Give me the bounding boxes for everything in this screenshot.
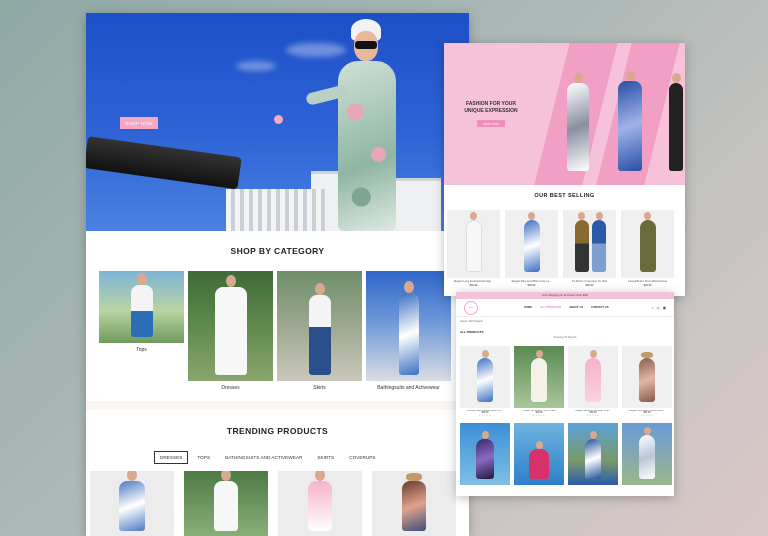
tab-skirts[interactable]: SKIRTS — [311, 451, 341, 464]
nav-menu: HOME ALL PRODUCTS ABOUT US CONTACT US — [524, 306, 609, 309]
banner-headline: FASHION FOR YOUR UNIQUE EXPRESSION — [458, 101, 524, 115]
product-name: Elegant Blue And White Knee Le... — [511, 280, 552, 283]
product-image — [568, 423, 618, 485]
product-card[interactable]: Elegant Belted Pink Design Strip... $59.… — [568, 346, 618, 417]
trending-tabs: DRESSES TOPS BATHINGSUITS AND ACTIVEWEAR… — [154, 451, 382, 464]
product-image — [622, 423, 672, 485]
product-card[interactable] — [568, 423, 618, 485]
results-count: Showing 18 Results — [553, 336, 577, 339]
tab-tops[interactable]: TOPS — [191, 451, 217, 464]
category-label: Skirts — [313, 385, 326, 391]
trending-product-card[interactable] — [278, 471, 362, 536]
product-price: $39.99 — [643, 284, 652, 287]
category-bathingsuits[interactable]: Bathingsuits and Activewear — [366, 271, 451, 391]
category-skirts[interactable]: Skirts — [277, 271, 362, 391]
product-card[interactable] — [460, 423, 510, 485]
product-card[interactable] — [514, 423, 564, 485]
product-name: Casual Button Down Belted Dress — [627, 280, 668, 283]
nav-icons: ⌕ ◎ ▣ — [652, 306, 666, 310]
hero-model — [305, 19, 418, 231]
best-selling-screenshot: FASHION FOR YOUR UNIQUE EXPRESSION SHOP … — [444, 43, 685, 296]
rating-stars: ★★★★★ — [478, 414, 492, 417]
headline-line: UNIQUE EXPRESSION — [464, 108, 518, 114]
homepage-screenshot: SHOP NOW SHOP BY CATEGORY Tops Dresses S… — [86, 13, 469, 536]
banner-shop-now-button[interactable]: SHOP NOW — [477, 120, 505, 127]
product-image — [460, 346, 510, 408]
tab-bathingsuits[interactable]: BATHINGSUITS AND ACTIVEWEAR — [219, 451, 309, 464]
all-products-screenshot: Free Shipping On all Orders Over $99! St… — [456, 292, 674, 496]
best-selling-card[interactable]: Elegant Blue And White Knee Le... $39.99 — [505, 210, 558, 287]
rating-stars: ★★★★★ — [586, 414, 600, 417]
category-image — [366, 271, 451, 381]
category-label: Dresses — [221, 385, 240, 391]
trending-product-card[interactable] — [372, 471, 456, 536]
category-tops[interactable]: Tops — [99, 271, 184, 391]
nav-about-us[interactable]: ABOUT US — [569, 306, 583, 309]
balustrade — [226, 189, 326, 231]
product-image — [447, 210, 500, 278]
product-card[interactable]: Flowed Tan Length Tie Fit Dress $49.99 ★… — [514, 346, 564, 417]
product-grid: Flowing Pattern Belted Button Do... $59.… — [460, 346, 672, 485]
category-image — [277, 271, 362, 381]
best-selling-card[interactable]: Casual Button Down Belted Dress $39.99 — [621, 210, 674, 287]
product-image — [505, 210, 558, 278]
category-label: Tops — [136, 347, 147, 353]
user-icon[interactable]: ◎ — [657, 306, 660, 310]
hero-banner: SHOP NOW — [86, 13, 469, 231]
headline-line: FASHION FOR YOUR — [466, 101, 516, 107]
category-label: Bathingsuits and Activewear — [377, 385, 440, 391]
best-selling-row: Elegant Long Embroidered High... $59.99 … — [447, 210, 674, 287]
product-price: $49.99 — [585, 284, 594, 287]
product-name: Tie Button Crown Eye Tie Shirt — [571, 280, 608, 283]
section-divider — [86, 401, 469, 410]
product-name: Elegant Long Embroidered High... — [453, 280, 494, 283]
trending-product-card[interactable] — [184, 471, 268, 536]
best-selling-card[interactable]: Tie Button Crown Eye Tie Shirt $49.99 — [563, 210, 616, 287]
promo-bar: Free Shipping On all Orders Over $99! — [456, 292, 674, 299]
nav-all-products[interactable]: ALL PRODUCTS — [540, 306, 561, 309]
trending-product-card[interactable] — [90, 471, 174, 536]
rating-stars: ★★★★★ — [640, 414, 654, 417]
nav-contact-us[interactable]: CONTACT US — [591, 306, 608, 309]
carousel-dot[interactable] — [274, 115, 283, 124]
rating-stars: ★★★★★ — [532, 414, 546, 417]
product-image — [514, 346, 564, 408]
product-image — [460, 423, 510, 485]
brand-logo[interactable]: Stelle — [464, 301, 478, 315]
nav-home[interactable]: HOME — [524, 306, 532, 309]
category-grid: Tops Dresses Skirts Bathingsuits and Act… — [99, 271, 451, 391]
trending-products-title: TRENDING PRODUCTS — [226, 426, 329, 436]
product-image — [514, 423, 564, 485]
tab-coverups[interactable]: COVERUPS — [343, 451, 382, 464]
product-card[interactable]: Elegant Asymmetric Belted Acces... $59.9… — [622, 346, 672, 417]
trending-product-row — [90, 471, 456, 536]
best-selling-title: OUR BEST SELLING — [534, 193, 595, 199]
shop-by-category-title: SHOP BY CATEGORY — [230, 246, 325, 256]
best-selling-card[interactable]: Elegant Long Embroidered High... $59.99 — [447, 210, 500, 287]
search-icon[interactable]: ⌕ — [652, 306, 654, 310]
product-price: $39.99 — [527, 284, 536, 287]
fashion-banner: FASHION FOR YOUR UNIQUE EXPRESSION SHOP … — [444, 43, 685, 185]
category-dresses[interactable]: Dresses — [188, 271, 273, 391]
product-card[interactable] — [622, 423, 672, 485]
product-image — [563, 210, 616, 278]
shop-now-button[interactable]: SHOP NOW — [120, 117, 158, 129]
cloud — [236, 61, 276, 71]
product-price: $59.99 — [469, 284, 478, 287]
site-nav: Stelle HOME ALL PRODUCTS ABOUT US CONTAC… — [456, 299, 674, 317]
railing — [86, 136, 242, 190]
product-image — [622, 346, 672, 408]
cart-icon[interactable]: ▣ — [663, 306, 666, 310]
category-image — [99, 271, 184, 343]
product-image — [568, 346, 618, 408]
category-image — [188, 271, 273, 381]
tab-dresses[interactable]: DRESSES — [154, 451, 189, 464]
product-image — [621, 210, 674, 278]
product-card[interactable]: Flowing Pattern Belted Button Do... $59.… — [460, 346, 510, 417]
page-title: ALL PRODUCTS — [460, 330, 484, 334]
breadcrumb: Home / All Products — [460, 320, 483, 323]
